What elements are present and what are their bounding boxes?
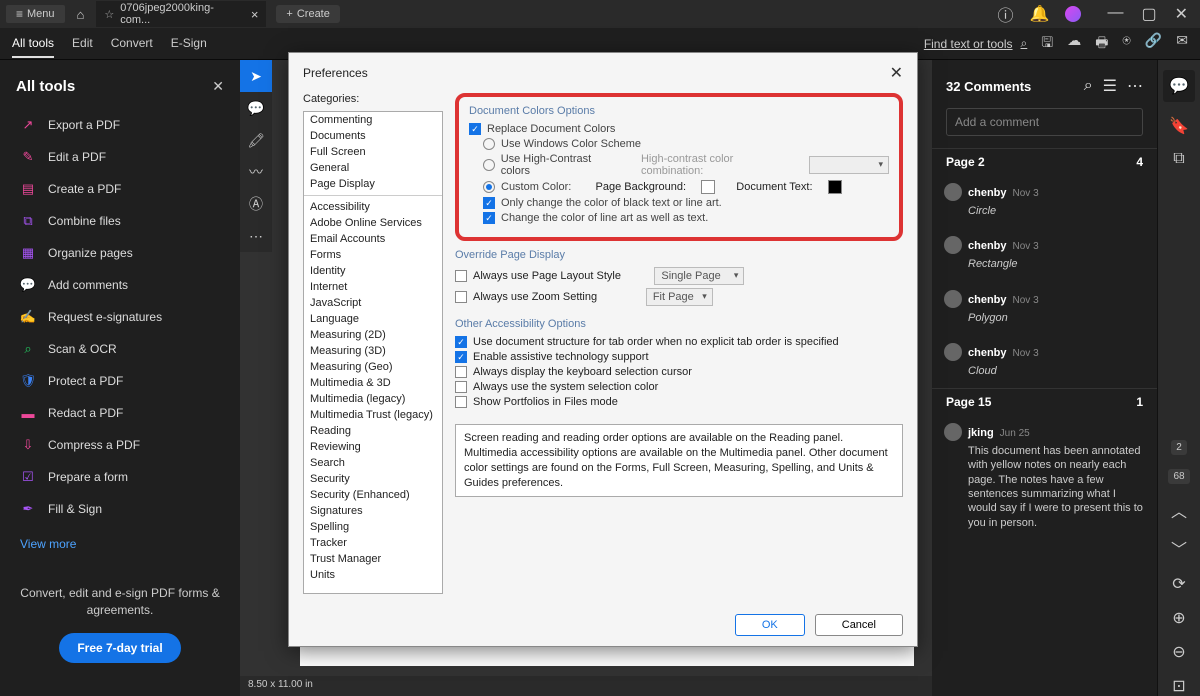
category-item[interactable]: Multimedia & 3D [304, 375, 442, 391]
category-item[interactable]: Multimedia (legacy) [304, 391, 442, 407]
zoom-dropdown[interactable]: Fit Page [646, 288, 713, 306]
category-item[interactable]: Reviewing [304, 439, 442, 455]
category-item[interactable]: Spelling [304, 519, 442, 535]
category-item[interactable]: Security [304, 471, 442, 487]
category-item[interactable]: Security (Enhanced) [304, 487, 442, 503]
category-item[interactable]: Measuring (Geo) [304, 359, 442, 375]
doc-text-swatch[interactable] [828, 180, 842, 194]
checkbox[interactable]: ✓ [455, 351, 467, 363]
close-icon[interactable]: ✕ [890, 63, 903, 83]
cancel-button[interactable]: Cancel [815, 614, 903, 636]
category-item[interactable]: Language [304, 311, 442, 327]
dialog-overlay: Preferences ✕ Categories: CommentingDocu… [0, 0, 1200, 696]
category-item[interactable]: Tracker [304, 535, 442, 551]
info-box: Screen reading and reading order options… [455, 424, 903, 497]
checkbox[interactable]: ✓ [483, 197, 495, 209]
checkbox[interactable] [455, 366, 467, 378]
category-item[interactable]: Multimedia Trust (legacy) [304, 407, 442, 423]
category-item[interactable]: Adobe Online Services [304, 215, 442, 231]
category-item[interactable]: Email Accounts [304, 231, 442, 247]
category-item[interactable]: Units [304, 567, 442, 583]
highcontrast-dropdown[interactable] [809, 156, 889, 174]
category-item[interactable]: Commenting [304, 112, 442, 128]
ok-button[interactable]: OK [735, 614, 805, 636]
categories-list[interactable]: CommentingDocumentsFull ScreenGeneralPag… [303, 111, 443, 594]
section-title: Other Accessibility Options [455, 318, 903, 330]
category-item[interactable]: Search [304, 455, 442, 471]
checkbox[interactable] [455, 396, 467, 408]
section-title: Document Colors Options [469, 105, 889, 117]
checkbox[interactable] [455, 270, 467, 282]
categories-label: Categories: [303, 93, 443, 105]
checkbox[interactable]: ✓ [469, 123, 481, 135]
category-item[interactable]: General [304, 160, 442, 176]
category-item[interactable]: Documents [304, 128, 442, 144]
preferences-dialog: Preferences ✕ Categories: CommentingDocu… [288, 52, 918, 647]
category-item[interactable]: Identity [304, 263, 442, 279]
page-bg-swatch[interactable] [701, 180, 715, 194]
category-item[interactable]: Reading [304, 423, 442, 439]
radio[interactable] [483, 159, 495, 171]
category-item[interactable]: Page Display [304, 176, 442, 192]
radio[interactable] [483, 138, 495, 150]
category-item[interactable]: Trust Manager [304, 551, 442, 567]
radio[interactable] [483, 181, 495, 193]
category-item[interactable]: Forms [304, 247, 442, 263]
category-item[interactable]: Measuring (3D) [304, 343, 442, 359]
checkbox[interactable]: ✓ [483, 212, 495, 224]
dialog-title: Preferences [303, 66, 368, 80]
category-item[interactable]: JavaScript [304, 295, 442, 311]
category-item[interactable]: Measuring (2D) [304, 327, 442, 343]
checkbox[interactable] [455, 381, 467, 393]
checkbox[interactable]: ✓ [455, 336, 467, 348]
category-item[interactable]: Internet [304, 279, 442, 295]
category-item[interactable]: Signatures [304, 503, 442, 519]
highlighted-section: Document Colors Options ✓Replace Documen… [455, 93, 903, 241]
category-item[interactable]: Full Screen [304, 144, 442, 160]
section-title: Override Page Display [455, 249, 903, 261]
layout-dropdown[interactable]: Single Page [654, 267, 744, 285]
checkbox[interactable] [455, 291, 467, 303]
category-item[interactable]: Accessibility [304, 199, 442, 215]
